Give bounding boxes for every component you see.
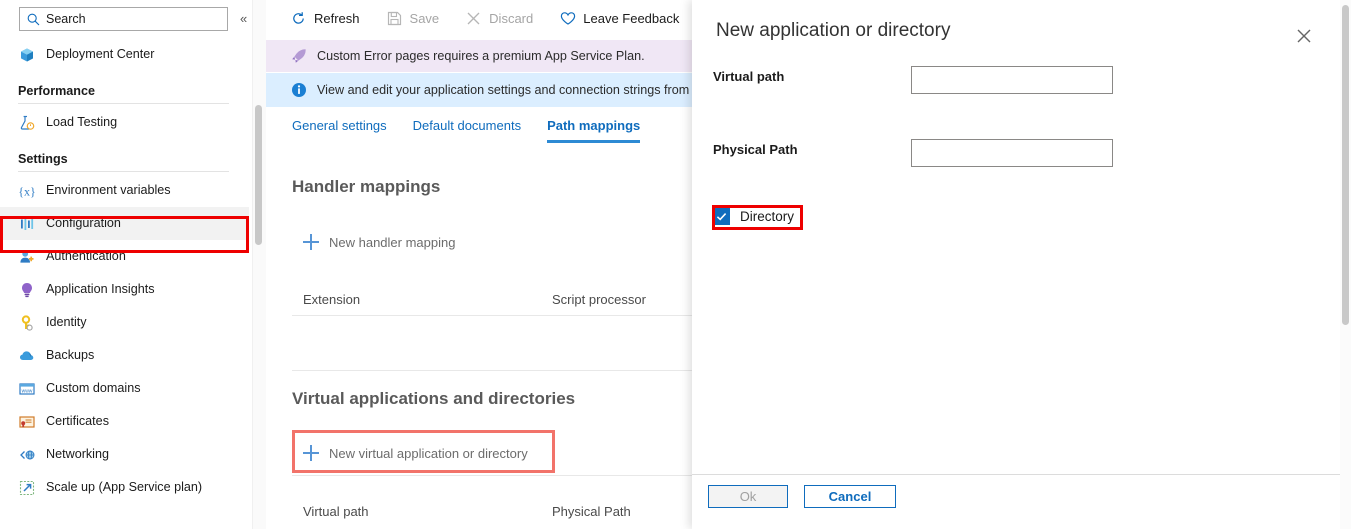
virtual-applications-title: Virtual applications and directories [292,389,575,409]
sidebar-item-label: Networking [46,448,109,461]
physical-path-input[interactable] [911,139,1113,167]
sidebar-search-row: Search « [0,0,249,38]
sidebar-item-label: Identity [46,316,87,329]
directory-checkbox[interactable]: Directory [712,207,794,225]
save-icon [386,10,403,27]
leave-feedback-label: Leave Feedback [583,11,679,26]
sidebar-item-label: Deployment Center [46,48,155,61]
divider [692,474,1351,475]
sidebar-group-label: Settings [0,139,249,166]
sidebar-item-scale-up[interactable]: Scale up (App Service plan) [0,471,249,504]
deployment-center-icon [18,46,36,64]
rocket-icon [290,47,308,65]
discard-button[interactable]: Discard [465,10,533,27]
sidebar-item-environment-variables[interactable]: {x} Environment variables [0,174,249,207]
tab-path-mappings[interactable]: Path mappings [547,110,640,143]
refresh-button[interactable]: Refresh [290,10,360,27]
divider [18,171,229,172]
cancel-button[interactable]: Cancel [804,485,896,508]
search-input[interactable]: Search [19,7,228,31]
info-icon [290,81,308,99]
authentication-icon [18,248,36,266]
sidebar-item-label: Certificates [46,415,109,428]
sidebar-item-label: Configuration [46,217,121,230]
sidebar-item-label: Load Testing [46,116,117,129]
sidebar-item-certificates[interactable]: Certificates [0,405,249,438]
column-header-extension: Extension [266,292,552,307]
application-insights-icon [18,281,36,299]
search-input-value: Search [46,13,86,26]
new-handler-mapping-label: New handler mapping [329,235,455,250]
heart-icon [559,10,576,27]
sidebar-group-label: Performance [0,71,249,98]
dialog-scrollbar-thumb[interactable] [1342,5,1349,325]
collapse-sidebar-button[interactable]: « [240,11,246,26]
new-virtual-application-label: New virtual application or directory [329,446,528,461]
tab-general-settings[interactable]: General settings [292,110,387,143]
sidebar-scrollbar-thumb[interactable] [255,105,262,245]
scale-up-icon [18,479,36,497]
sidebar-item-load-testing[interactable]: Load Testing [0,106,249,139]
identity-key-icon [18,314,36,332]
plus-icon [303,445,319,461]
sidebar-item-deployment-center[interactable]: Deployment Center [0,38,249,71]
sidebar-group-settings: Settings [0,139,249,172]
sidebar-item-application-insights[interactable]: Application Insights [0,273,249,306]
sidebar-item-configuration[interactable]: Configuration [0,207,249,240]
refresh-label: Refresh [314,11,360,26]
certificates-icon [18,413,36,431]
custom-domains-icon: www [18,380,36,398]
discard-label: Discard [489,11,533,26]
refresh-icon [290,10,307,27]
left-sidebar: Search « Deployment Center Performance [0,0,249,529]
sidebar-nav-list: Deployment Center Performance Load Testi… [0,38,249,504]
sidebar-item-label: Environment variables [46,184,171,197]
divider [18,103,229,104]
tab-default-documents[interactable]: Default documents [413,110,521,143]
backups-cloud-icon [18,347,36,365]
plus-icon [303,234,319,250]
sidebar-item-label: Custom domains [46,382,141,395]
networking-icon [18,446,36,464]
close-icon[interactable] [1292,24,1316,48]
new-application-or-directory-dialog: New application or directory Virtual pat… [692,0,1351,529]
column-header-virtual-path: Virtual path [266,504,552,519]
sidebar-item-authentication[interactable]: Authentication [0,240,249,273]
sidebar-item-backups[interactable]: Backups [0,339,249,372]
save-button[interactable]: Save [386,10,440,27]
new-handler-mapping-button[interactable]: New handler mapping [303,234,455,250]
close-x-icon [465,10,482,27]
sidebar-item-label: Application Insights [46,283,155,296]
leave-feedback-button[interactable]: Leave Feedback [559,10,679,27]
azure-portal-screen: Search « Deployment Center Performance [0,0,1351,529]
sidebar-item-networking[interactable]: Networking [0,438,249,471]
svg-text:www: www [22,388,33,394]
new-virtual-application-button[interactable]: New virtual application or directory [303,445,528,461]
virtual-path-label: Virtual path [713,69,784,84]
sidebar-item-custom-domains[interactable]: www Custom domains [0,372,249,405]
variables-icon: {x} [18,182,36,200]
checkmark-icon [712,207,730,225]
save-label: Save [410,11,440,26]
directory-checkbox-label: Directory [740,209,794,224]
sidebar-item-label: Backups [46,349,94,362]
sidebar-item-label: Authentication [46,250,126,263]
handler-mappings-title: Handler mappings [292,177,440,197]
physical-path-label: Physical Path [713,142,798,157]
sidebar-group-performance: Performance [0,71,249,104]
info-banner-text: View and edit your application settings … [317,83,714,97]
sidebar-item-label: Scale up (App Service plan) [46,481,202,494]
virtual-path-input[interactable] [911,66,1113,94]
sidebar-scrollbar-track[interactable] [252,0,266,529]
configuration-icon [18,215,36,233]
sidebar-item-identity[interactable]: Identity [0,306,249,339]
search-icon [27,13,40,26]
ok-button[interactable]: Ok [708,485,788,508]
premium-plan-banner-text: Custom Error pages requires a premium Ap… [317,49,645,63]
dialog-title: New application or directory [716,20,950,42]
load-testing-icon [18,114,36,132]
svg-text:{x}: {x} [18,184,36,198]
